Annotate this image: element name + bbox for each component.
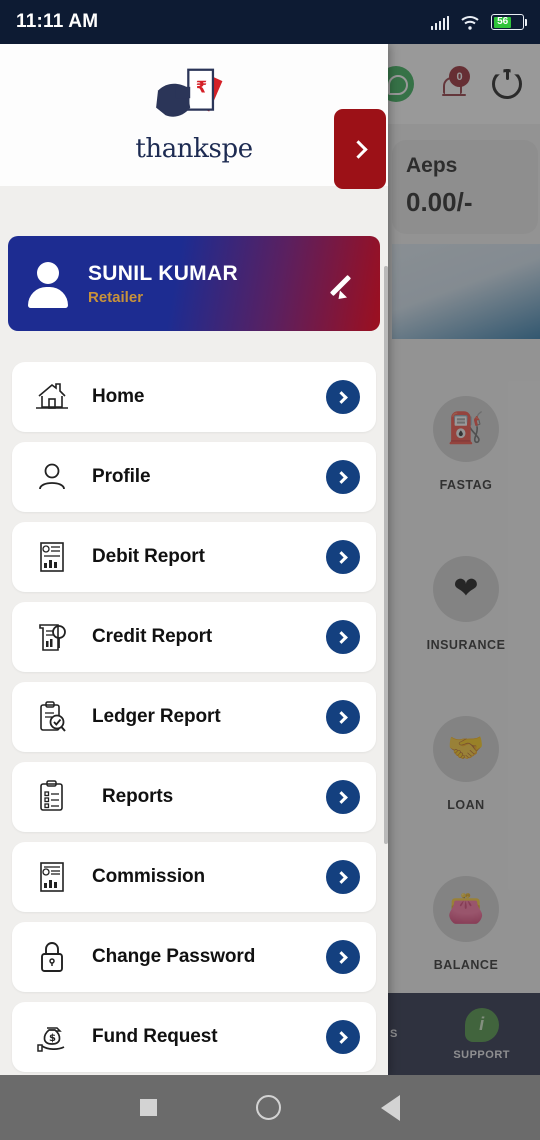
menu-item-commission[interactable]: Commission — [12, 842, 376, 912]
profile-text-block: SUNIL KUMAR Retailer — [88, 262, 334, 306]
menu-item-label: Change Password — [92, 946, 256, 967]
menu-item-label: Debit Report — [92, 546, 205, 567]
person-icon — [30, 455, 74, 499]
profile-role: Retailer — [88, 288, 144, 306]
menu-item-change-password[interactable]: Change Password — [12, 922, 376, 992]
triangle-back-icon[interactable] — [381, 1094, 401, 1121]
drawer-header: ₹ thankspe — [0, 44, 388, 186]
menu-item-fund-request[interactable]: $ Fund Request — [12, 1002, 376, 1072]
chevron-right-icon — [349, 139, 368, 159]
app-logo-text: thankspe — [135, 134, 253, 164]
status-time: 11:11 AM — [16, 11, 99, 32]
signal-bars-icon — [430, 15, 449, 30]
drawer-scrollbar[interactable] — [384, 266, 388, 844]
profile-card[interactable]: SUNIL KUMAR Retailer — [8, 236, 380, 331]
status-icon-group: 56 — [430, 14, 527, 30]
menu-item-label: Home — [92, 386, 145, 407]
navigation-drawer: ₹ thankspe SUNIL KUMAR Retailer Home Pro… — [0, 44, 388, 1075]
report-chart-icon — [30, 535, 74, 579]
document-search-icon — [30, 615, 74, 659]
pencil-icon[interactable] — [334, 269, 364, 299]
checklist-icon — [30, 775, 74, 819]
screen-root: 0 Aeps 0.00/- ⛽ FASTAG ❤ INSURANCE 🤝 LOA… — [0, 0, 540, 1140]
chevron-right-icon[interactable] — [326, 1020, 360, 1054]
battery-level-label: 56 — [497, 16, 509, 27]
drawer-close-button[interactable] — [334, 109, 386, 189]
menu-item-label: Ledger Report — [92, 706, 221, 727]
chevron-right-icon[interactable] — [326, 940, 360, 974]
hand-holding-rupee-notes-icon: ₹ — [156, 68, 223, 117]
menu-item-profile[interactable]: Profile — [12, 442, 376, 512]
menu-item-label: Reports — [102, 786, 174, 807]
menu-item-label: Commission — [92, 866, 206, 887]
chevron-right-icon[interactable] — [326, 780, 360, 814]
chevron-right-icon[interactable] — [326, 620, 360, 654]
menu-item-debit-report[interactable]: Debit Report — [12, 522, 376, 592]
chevron-right-icon[interactable] — [326, 860, 360, 894]
menu-item-reports[interactable]: Reports — [12, 762, 376, 832]
report-chart-icon — [30, 855, 74, 899]
menu-item-ledger-report[interactable]: Ledger Report — [12, 682, 376, 752]
menu-item-credit-report[interactable]: Credit Report — [12, 602, 376, 672]
user-avatar-icon — [26, 261, 70, 308]
menu-item-label: Profile — [92, 466, 151, 487]
chevron-right-icon[interactable] — [326, 460, 360, 494]
wifi-icon — [461, 15, 479, 30]
lock-icon — [30, 935, 74, 979]
android-navigation-bar — [0, 1075, 540, 1140]
home-icon — [30, 375, 74, 419]
square-recents-icon[interactable] — [139, 1099, 157, 1116]
menu-item-home[interactable]: Home — [12, 362, 376, 432]
chevron-right-icon[interactable] — [326, 700, 360, 734]
drawer-menu-list[interactable]: Home Profile Debit Report Credit Report … — [0, 356, 388, 1075]
circle-home-icon[interactable] — [256, 1095, 282, 1120]
svg-text:$: $ — [49, 1033, 56, 1044]
svg-text:₹: ₹ — [196, 78, 207, 97]
menu-item-label: Credit Report — [92, 626, 213, 647]
status-bar: 11:11 AM 56 — [0, 0, 540, 44]
battery-icon: 56 — [491, 14, 527, 30]
clipboard-check-search-icon — [30, 695, 74, 739]
menu-item-label: Fund Request — [92, 1026, 218, 1047]
profile-name: SUNIL KUMAR — [88, 261, 238, 285]
chevron-right-icon[interactable] — [326, 540, 360, 574]
chevron-right-icon[interactable] — [326, 380, 360, 414]
money-bag-hand-icon: $ — [30, 1015, 74, 1059]
